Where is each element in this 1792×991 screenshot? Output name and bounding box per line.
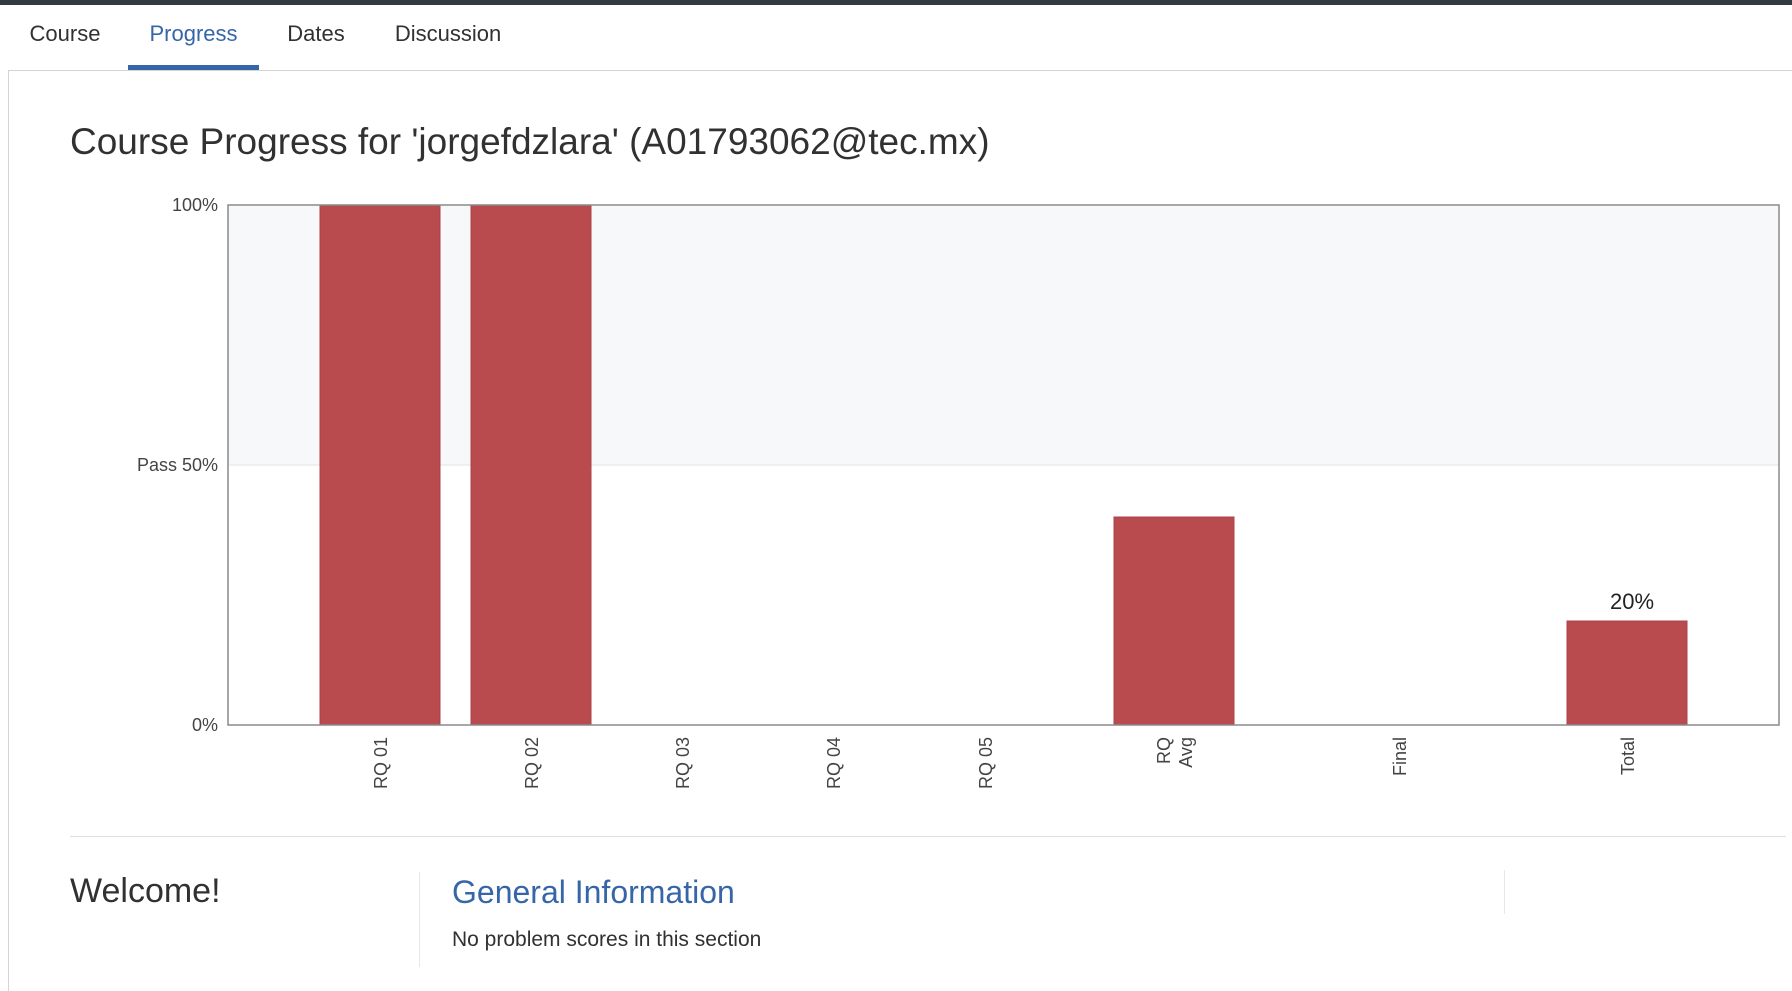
progress-chart: 0% Pass 50% 100% RQ 01 RQ 02 RQ 03 RQ 04 RQ 05 R… xyxy=(137,195,1780,789)
x-tick-label: RQ xyxy=(1154,737,1174,764)
x-tick-label: RQ 05 xyxy=(976,737,996,789)
x-tick-label-group: RQ Avg xyxy=(1154,737,1196,768)
section-divider xyxy=(70,836,1786,837)
x-tick-label-group: RQ 02 xyxy=(522,737,542,789)
data-label-total: 20% xyxy=(1610,589,1654,614)
x-tick-label: RQ 04 xyxy=(824,737,844,789)
x-tick-label: RQ 02 xyxy=(522,737,542,789)
x-tick-label: RQ 01 xyxy=(371,737,391,789)
x-tick-label-group: RQ 01 xyxy=(371,737,391,789)
pass-band xyxy=(228,205,1779,465)
bar-0 xyxy=(319,204,441,726)
y-tick-label: 0% xyxy=(192,715,218,735)
bar-5 xyxy=(1113,516,1235,726)
general-information-link[interactable]: General Information xyxy=(452,874,735,911)
bar-1 xyxy=(470,204,592,726)
x-tick-label: Final xyxy=(1390,737,1410,776)
bar-7 xyxy=(1566,620,1688,726)
x-tick-label-group: RQ 05 xyxy=(976,737,996,789)
x-tick-label-group: RQ 04 xyxy=(824,737,844,789)
no-scores-message: No problem scores in this section xyxy=(452,928,762,951)
x-tick-label: Avg xyxy=(1176,737,1196,768)
x-tick-label: RQ 03 xyxy=(673,737,693,789)
y-tick-label: 100% xyxy=(172,195,218,215)
x-tick-label-group: Total xyxy=(1618,737,1638,775)
x-tick-label-group: RQ 03 xyxy=(673,737,693,789)
column-divider-right xyxy=(1504,870,1505,914)
x-tick-label-group: Final xyxy=(1390,737,1410,776)
welcome-heading: Welcome! xyxy=(70,872,221,910)
y-tick-label: Pass 50% xyxy=(137,455,218,475)
column-divider xyxy=(419,872,420,967)
x-tick-label: Total xyxy=(1618,737,1638,775)
